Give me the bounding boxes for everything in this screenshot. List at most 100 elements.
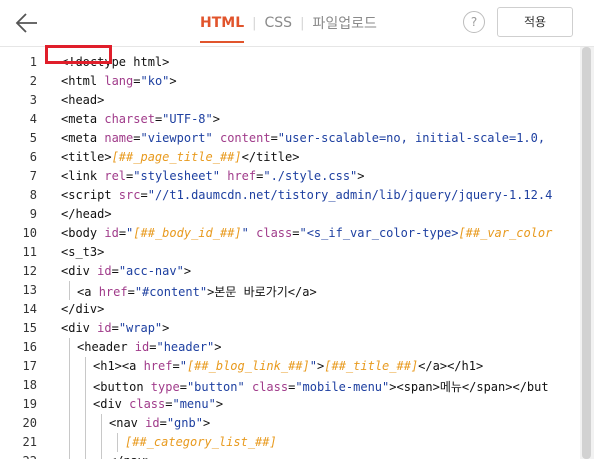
code-token: <nav bbox=[109, 416, 146, 430]
code-line[interactable]: <button type="button" class="mobile-menu… bbox=[93, 378, 549, 395]
active-tab-underline bbox=[200, 41, 245, 43]
code-token: = bbox=[140, 188, 148, 202]
code-token: href bbox=[227, 169, 257, 183]
tab-html[interactable]: HTML bbox=[200, 15, 245, 43]
code-line[interactable]: <meta charset="UTF-8"> bbox=[61, 112, 220, 126]
code-token: <header bbox=[77, 340, 135, 354]
code-line[interactable]: <header id="header"> bbox=[77, 340, 222, 354]
indent-guide bbox=[85, 376, 86, 395]
line-number: 6 bbox=[29, 150, 37, 164]
code-token: src bbox=[118, 188, 141, 202]
line-number: 12 bbox=[22, 264, 37, 278]
code-line[interactable]: <meta name="viewport" content="user-scal… bbox=[61, 131, 545, 145]
code-token: id bbox=[145, 416, 160, 430]
code-line[interactable]: <h1><a href="[##_blog_link_##]">[##_titl… bbox=[93, 359, 483, 373]
code-line[interactable]: [##_category_list_##] bbox=[125, 435, 277, 449]
editor-header: HTML | CSS | 파일업로드 ? 적용 bbox=[0, 0, 594, 47]
question-icon: ? bbox=[470, 15, 478, 29]
code-line[interactable]: </div> bbox=[61, 302, 104, 316]
code-token: > bbox=[214, 340, 222, 354]
line-number: 4 bbox=[29, 112, 37, 126]
code-token: "UTF-8" bbox=[162, 112, 213, 126]
line-number: 1 bbox=[29, 55, 37, 69]
code-token: > bbox=[215, 397, 224, 411]
code-token: = bbox=[127, 285, 135, 299]
line-number: 15 bbox=[22, 321, 37, 335]
code-token: </div> bbox=[61, 302, 105, 316]
code-line[interactable]: <div id="acc-nav"> bbox=[61, 264, 191, 278]
back-button[interactable] bbox=[14, 10, 40, 36]
code-line[interactable]: <script src="//t1.daumcdn.net/tistory_ad… bbox=[61, 188, 552, 202]
code-line[interactable]: <a href="#content">본문 바로가기</a> bbox=[77, 283, 317, 300]
code-token: </title> bbox=[241, 150, 300, 164]
help-button[interactable]: ? bbox=[463, 11, 485, 33]
code-token: > bbox=[212, 112, 220, 126]
code-token: <s_t3> bbox=[61, 245, 105, 259]
code-line[interactable]: <title>[##_page_title_##]</title> bbox=[61, 150, 299, 164]
head-tag-highlight-box bbox=[45, 45, 112, 64]
code-token: ><span>메뉴</span></but bbox=[389, 380, 549, 394]
indent-guide bbox=[101, 414, 102, 433]
scrollbar-thumb[interactable] bbox=[582, 47, 591, 459]
code-line[interactable]: <div id="wrap"> bbox=[61, 321, 169, 335]
code-line[interactable]: </nav> bbox=[109, 454, 152, 459]
code-token: = bbox=[159, 416, 167, 430]
code-token: <html bbox=[61, 74, 105, 88]
code-line[interactable]: <nav id="gnb"> bbox=[109, 416, 210, 430]
code-token: "stylesheet" bbox=[133, 169, 220, 183]
code-line[interactable]: <link rel="stylesheet" href="./style.css… bbox=[61, 169, 365, 183]
indent-guide bbox=[69, 281, 70, 300]
tab-css[interactable]: CSS bbox=[265, 15, 293, 31]
code-token: = bbox=[133, 74, 141, 88]
indent-guide bbox=[85, 395, 86, 414]
code-token: </nav> bbox=[109, 454, 152, 459]
code-line[interactable]: <s_t3> bbox=[61, 245, 104, 259]
line-number: 20 bbox=[22, 416, 37, 430]
code-token: > bbox=[183, 264, 192, 278]
code-token: id bbox=[97, 264, 112, 278]
code-token: name bbox=[104, 131, 134, 145]
line-number: 16 bbox=[22, 340, 37, 354]
line-number: 14 bbox=[22, 302, 37, 316]
code-token: <link bbox=[61, 169, 105, 183]
indent-guide bbox=[69, 376, 70, 395]
code-token: href bbox=[143, 359, 173, 373]
code-token: [##_blog_link_##] bbox=[186, 359, 310, 373]
code-token: = bbox=[133, 131, 141, 145]
code-line[interactable]: </head> bbox=[61, 207, 112, 221]
code-token: "acc-nav" bbox=[118, 264, 184, 278]
code-token: "<s_if_var_color-type> bbox=[299, 226, 459, 240]
line-number: 13 bbox=[22, 283, 37, 297]
code-line[interactable]: <div class="menu"> bbox=[93, 397, 223, 411]
code-token: <a bbox=[77, 285, 99, 299]
code-token: href bbox=[98, 285, 128, 299]
apply-button[interactable]: 적용 bbox=[497, 7, 573, 37]
code-line[interactable]: <html lang="ko"> bbox=[61, 74, 177, 88]
code-token: <div bbox=[61, 321, 98, 335]
arrow-left-icon bbox=[15, 13, 37, 33]
code-line[interactable]: <head> bbox=[61, 93, 104, 107]
code-token: rel bbox=[104, 169, 127, 183]
code-token: [##_var_color bbox=[458, 226, 553, 240]
vertical-scrollbar[interactable] bbox=[580, 47, 594, 459]
code-editor[interactable]: 12345678910111213141516171819202122 <!do… bbox=[0, 47, 594, 459]
code-line[interactable]: <body id="[##_body_id_##]" class="<s_if_… bbox=[61, 226, 552, 240]
indent-guide bbox=[85, 433, 86, 452]
line-number: 18 bbox=[22, 378, 37, 392]
code-token: class bbox=[129, 397, 166, 411]
indent-guide bbox=[85, 414, 86, 433]
code-token: charset bbox=[104, 112, 155, 126]
indent-guide bbox=[85, 357, 86, 376]
indent-guide bbox=[101, 433, 102, 452]
code-token: "gnb" bbox=[166, 416, 203, 430]
code-token: > bbox=[202, 416, 211, 430]
line-number: 7 bbox=[29, 169, 37, 183]
code-token: "header" bbox=[156, 340, 215, 354]
line-number: 22 bbox=[0, 454, 37, 459]
code-token: [##_body_id_##] bbox=[133, 226, 242, 240]
line-number: 5 bbox=[29, 131, 37, 145]
indent-guide bbox=[69, 395, 70, 414]
code-token: </head> bbox=[61, 207, 112, 221]
tab-file-upload[interactable]: 파일업로드 bbox=[312, 13, 376, 33]
